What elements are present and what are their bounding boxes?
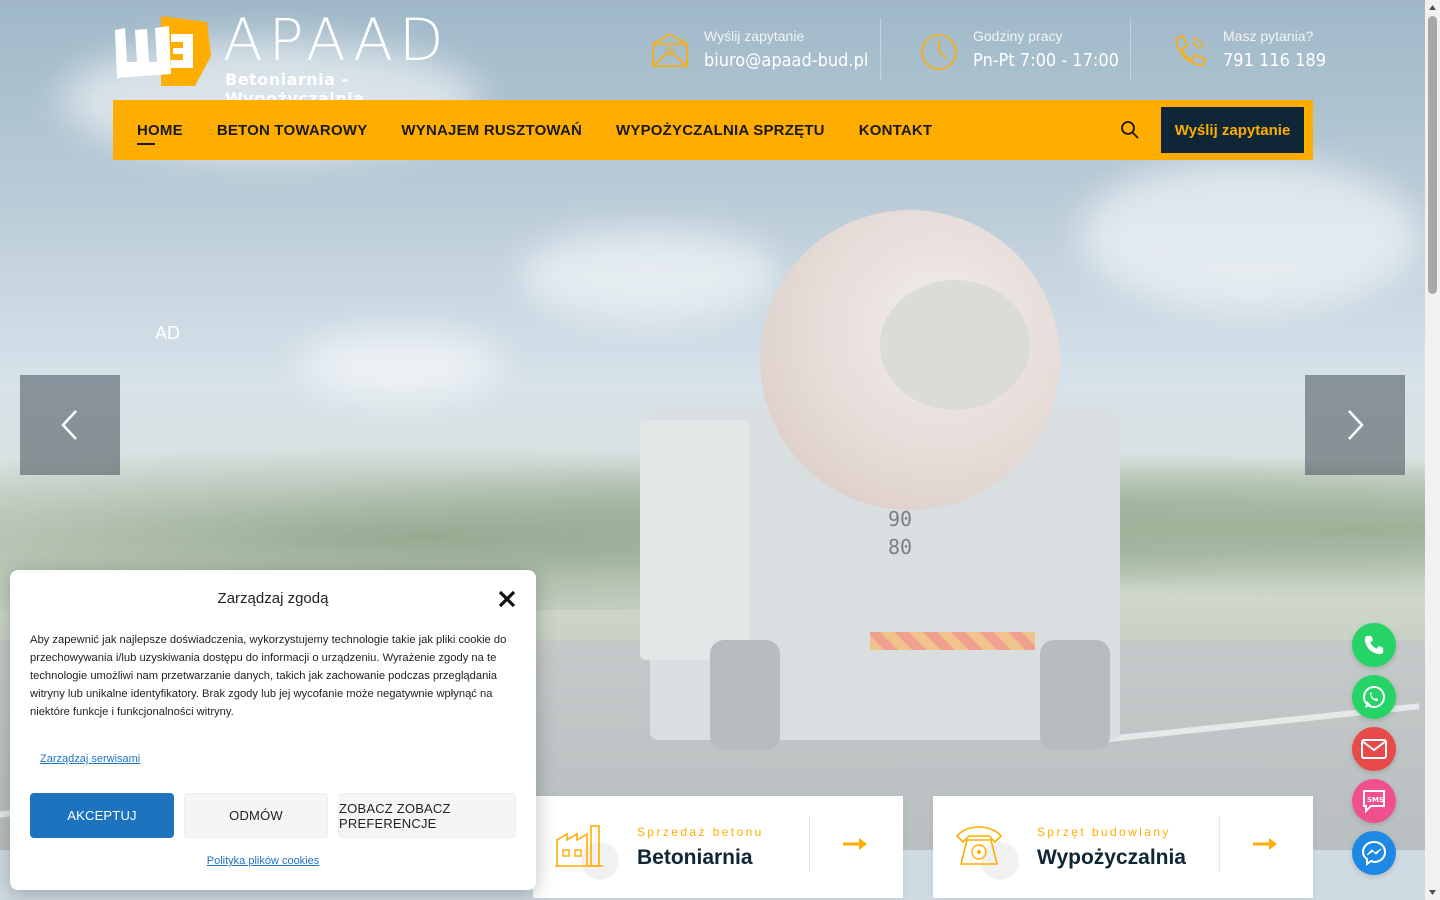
header-phone[interactable]: Masz pytania? 791 116 189 [1169,28,1326,72]
cookie-consent-modal: Zarządzaj zgodą Aby zapewnić jak najleps… [10,570,536,890]
divider [1130,18,1131,80]
chevron-left-icon [61,410,77,440]
manage-services-link[interactable]: Zarządzaj serwisami [40,753,140,765]
email-label: Wyślij zapytanie [704,28,805,44]
phone-icon [1176,35,1206,66]
logo[interactable]: APAAD Betoniarnia - Wypożyczalnia [113,6,493,108]
modal-description: Aby zapewnić jak najlepsze doświadczenia… [30,634,507,718]
telephone-icon [955,826,1003,865]
nav-item-home[interactable]: HOME [137,122,183,145]
envelope-icon: @ [652,33,688,67]
logo-mark-icon [115,16,211,86]
header-hours: Godziny pracy Pn-Pt 7:00 - 17:00 [919,28,1119,72]
clock-icon [921,34,957,70]
arrow-right-icon[interactable] [843,834,867,854]
fab-whatsapp-button[interactable] [1352,675,1396,719]
arrow-right-icon[interactable] [1253,834,1277,854]
close-icon[interactable] [496,588,518,610]
send-inquiry-button[interactable]: Wyślij zapytanie [1161,107,1304,153]
mixer-drum-opening [880,280,1030,410]
divider [1219,816,1220,872]
fab-email-button[interactable] [1352,727,1396,771]
nav-item-wynajem-rusztowan[interactable]: WYNAJEM RUSZTOWAŃ [401,122,582,139]
nav-item-kontakt[interactable]: KONTAKT [859,122,933,139]
truck-plate: 90 80 [888,505,912,561]
slider-next-button[interactable] [1305,375,1405,475]
accept-button[interactable]: AKCEPTUJ [30,793,174,838]
card-title: Wypożyczalnia [1037,846,1186,869]
nav-item-wypozyczalnia[interactable]: WYPOŻYCZALNIA SPRZĘTU [616,122,825,139]
phone-icon [1364,635,1384,655]
whatsapp-icon [1363,686,1385,708]
fab-messenger-button[interactable] [1352,831,1396,875]
page-scrollbar[interactable] [1425,0,1440,900]
hours-label: Godziny pracy [973,28,1063,44]
logo-text: APAAD [223,6,450,74]
truck-plate-line: 80 [888,535,913,559]
search-icon[interactable] [1120,120,1140,140]
slider-prev-button[interactable] [20,375,120,475]
scroll-up-icon[interactable] [1428,3,1437,12]
scroll-down-icon[interactable] [1428,888,1437,897]
divider [880,18,881,80]
chevron-right-icon [1348,410,1364,440]
deny-button[interactable]: ODMÓW [184,793,328,838]
wheel [710,640,780,750]
hours-value: Pn-Pt 7:00 - 17:00 [973,50,1119,71]
cloud [300,330,500,400]
truck-cab [640,420,750,660]
divider [809,816,810,872]
scroll-thumb[interactable] [1428,16,1437,294]
modal-title: Zarządzaj zgodą [217,590,329,607]
card-betoniarnia[interactable]: Sprzedaż betonu Betoniarnia [533,796,903,898]
fab-phone-button[interactable] [1352,623,1396,667]
svg-text:@: @ [665,46,674,56]
wheel [1040,640,1110,750]
preferences-button[interactable]: ZOBACZ ZOBACZ PREFERENCJE [338,793,516,838]
cookie-policy-link[interactable]: Polityka plików cookies [10,855,516,867]
phone-label: Masz pytania? [1223,28,1314,44]
cloud [1080,160,1420,310]
header-email[interactable]: @ Wyślij zapytanie biuro@apaad-bud.pl [650,28,868,72]
cloud [520,230,780,320]
slide-heading-partial: AD [155,323,181,343]
sms-icon: SMS [1363,790,1385,813]
messenger-icon [1361,840,1387,866]
envelope-icon [1361,739,1387,759]
fab-sms-button[interactable]: SMS [1352,779,1396,823]
phone-value[interactable]: 791 116 189 [1223,50,1326,71]
main-nav: HOME BETON TOWAROWY WYNAJEM RUSZTOWAŃ WY… [113,100,1313,160]
truck-bumper [870,632,1035,650]
card-wypozyczalnia[interactable]: Sprzęt budowlany Wypożyczalnia [933,796,1313,898]
factory-icon [555,825,603,867]
nav-item-beton-towarowy[interactable]: BETON TOWAROWY [217,122,368,139]
email-value[interactable]: biuro@apaad-bud.pl [704,50,868,71]
svg-text:SMS: SMS [1367,796,1384,804]
card-title: Betoniarnia [637,846,753,869]
card-kicker: Sprzedaż betonu [637,825,764,839]
card-kicker: Sprzęt budowlany [1037,825,1171,839]
truck-plate-line: 90 [888,507,913,531]
